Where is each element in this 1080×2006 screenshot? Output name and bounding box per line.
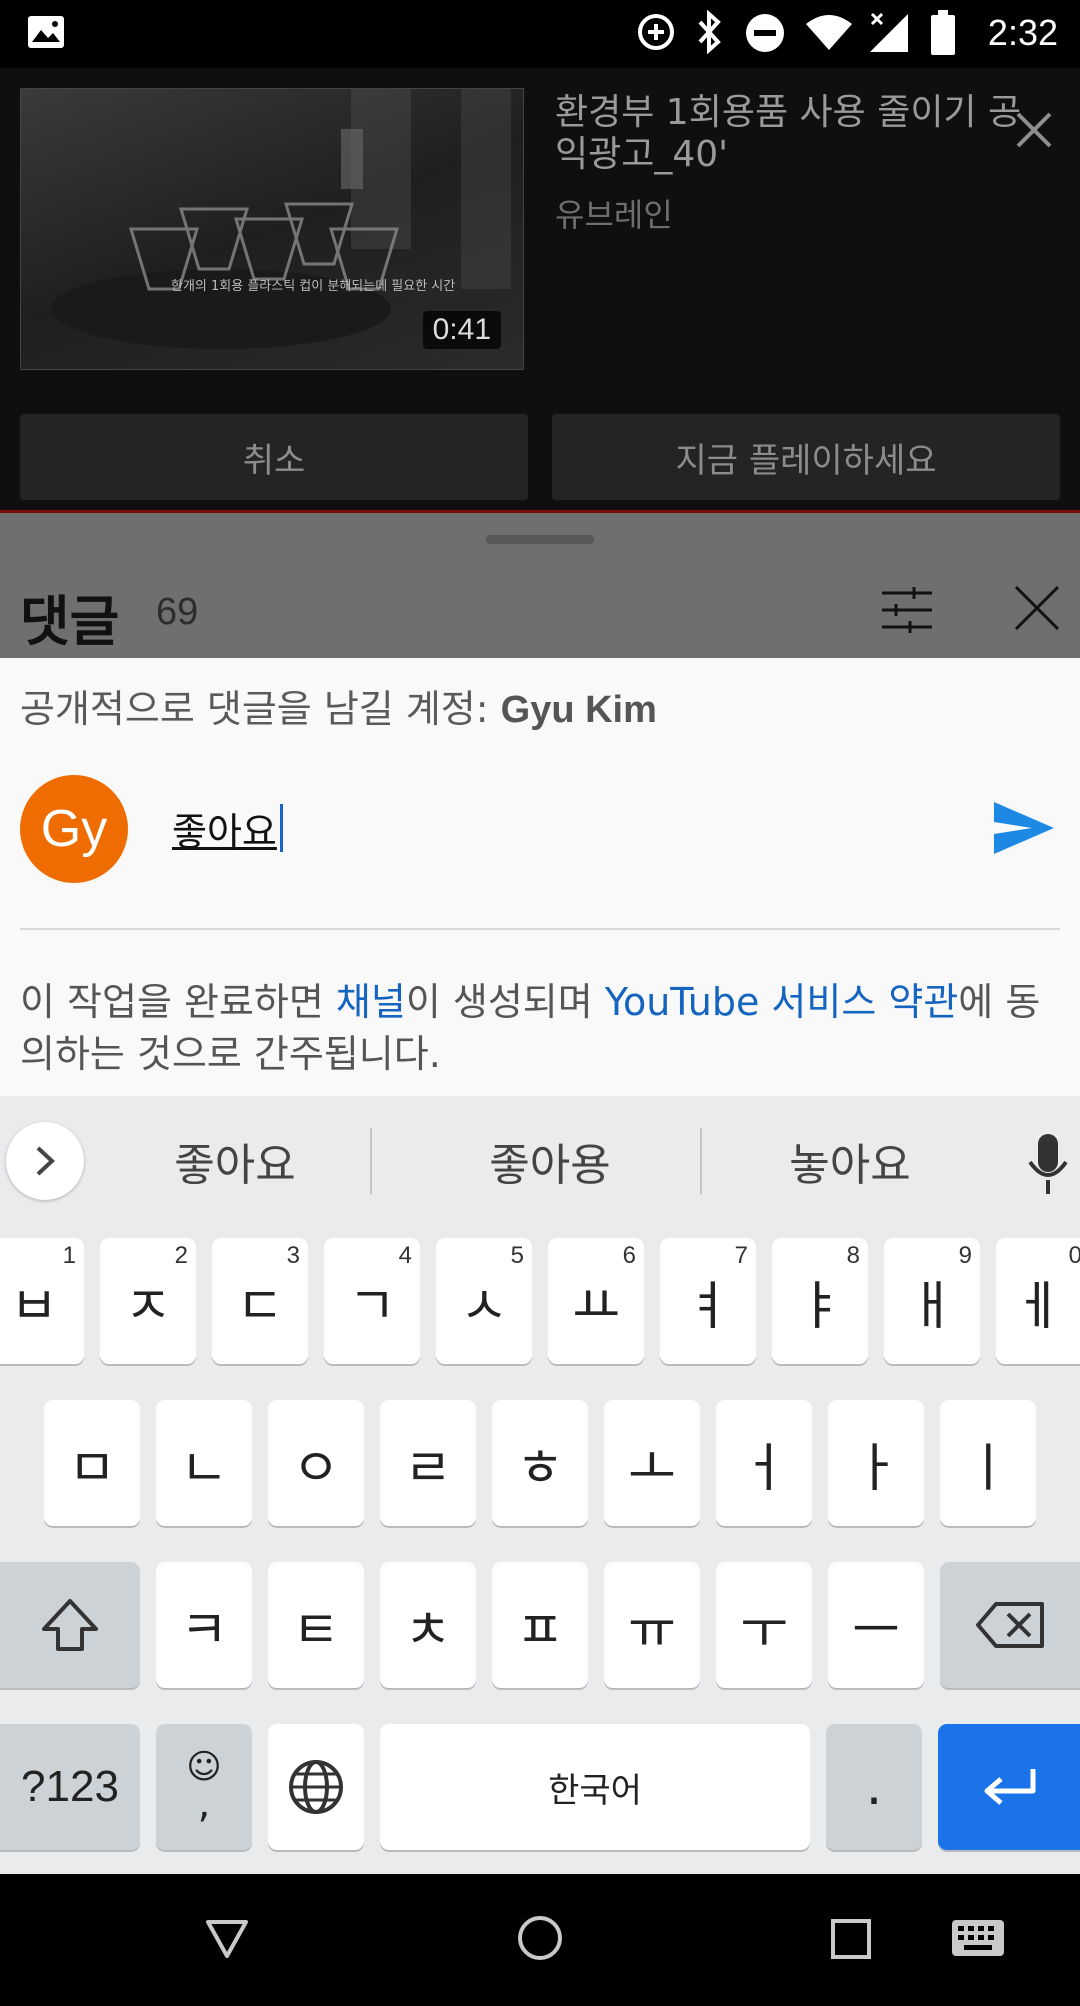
key-row1-10[interactable]: ㅔ0 xyxy=(996,1238,1080,1364)
up-next-panel: 한개의 1회용 플라스틱 컵이 분해되는데 필요한 시간 0:41 환경부 1회… xyxy=(0,68,1080,510)
account-prefix: 공개적으로 댓글을 남길 계정: xyxy=(20,687,501,731)
key-row1-9[interactable]: ㅐ9 xyxy=(884,1238,980,1364)
key-row2-6[interactable]: ㅗ xyxy=(604,1400,700,1526)
comments-header: 댓글 69 xyxy=(0,510,1080,661)
space-key[interactable]: 한국어 xyxy=(380,1724,810,1850)
chevron-right-icon xyxy=(36,1146,55,1176)
suggestion-divider xyxy=(370,1128,372,1194)
suggestion-1[interactable]: 좋아요 xyxy=(100,1126,370,1196)
key-row1-8[interactable]: ㅑ8 xyxy=(772,1238,868,1364)
key-row3-1[interactable]: ㅋ xyxy=(156,1562,252,1688)
recent-apps-icon[interactable] xyxy=(830,1918,872,1960)
microphone-icon[interactable] xyxy=(1026,1132,1070,1196)
key-row3-6[interactable]: ㅜ xyxy=(716,1562,812,1688)
key-row2-1[interactable]: ㅁ xyxy=(44,1400,140,1526)
key-row3-4[interactable]: ㅍ xyxy=(492,1562,588,1688)
shift-key[interactable] xyxy=(0,1562,140,1688)
comment-compose: 공개적으로 댓글을 남길 계정: Gyu Kim Gy 이 작업을 완료하면 채… xyxy=(0,658,1080,1096)
thumbnail-caption: 한개의 1회용 플라스틱 컵이 분해되는데 필요한 시간 xyxy=(171,279,456,294)
suggestion-bar: 좋아요 좋아용 놓아요 xyxy=(0,1096,1080,1226)
key-row3-7[interactable]: ㅡ xyxy=(828,1562,924,1688)
battery-icon xyxy=(931,10,955,55)
key-row1-3[interactable]: ㄷ3 xyxy=(212,1238,308,1364)
key-row2-8[interactable]: ㅏ xyxy=(828,1400,924,1526)
sort-filter-icon[interactable] xyxy=(880,585,932,635)
suggestion-divider xyxy=(700,1128,702,1194)
keyboard: 좋아요 좋아용 놓아요 ㅂ1 ㅈ2 ㄷ3 ㄱ4 ㅅ5 ㅛ6 ㅕ7 ㅑ8 ㅐ9 ㅔ… xyxy=(0,1096,1080,1874)
symbols-key[interactable]: ?123 xyxy=(0,1724,140,1850)
text-cursor xyxy=(280,804,283,852)
key-row3-5[interactable]: ㅠ xyxy=(604,1562,700,1688)
key-row1-1[interactable]: ㅂ1 xyxy=(0,1238,84,1364)
back-icon[interactable] xyxy=(204,1918,250,1960)
terms-text-2: 이 생성되며 xyxy=(405,980,605,1024)
send-icon[interactable] xyxy=(992,798,1056,858)
terms-notice: 이 작업을 완료하면 채널이 생성되며 YouTube 서비스 약관에 동의하는… xyxy=(20,976,1060,1080)
drag-handle[interactable] xyxy=(486,535,594,544)
status-time: 2:32 xyxy=(987,12,1058,53)
comma-label: , xyxy=(197,1781,211,1827)
video-duration: 0:41 xyxy=(422,311,501,349)
backspace-icon xyxy=(976,1602,1044,1648)
comment-input[interactable] xyxy=(172,793,932,863)
video-title[interactable]: 환경부 1회용품 사용 줄이기 공익광고_40' xyxy=(555,92,1025,176)
close-icon[interactable] xyxy=(1012,108,1056,152)
home-icon[interactable] xyxy=(516,1914,564,1962)
key-row2-9[interactable]: ㅣ xyxy=(940,1400,1036,1526)
cancel-button[interactable]: 취소 xyxy=(20,414,528,500)
terms-text-1: 이 작업을 완료하면 xyxy=(20,980,336,1024)
key-row1-2[interactable]: ㅈ2 xyxy=(100,1238,196,1364)
keyboard-switcher-icon[interactable] xyxy=(950,1918,1006,1958)
data-saver-icon xyxy=(638,14,674,50)
suggestion-3[interactable]: 놓아요 xyxy=(720,1126,980,1196)
enter-icon xyxy=(984,1769,1036,1805)
language-key[interactable] xyxy=(268,1724,364,1850)
do-not-disturb-icon xyxy=(746,14,784,52)
comments-count: 69 xyxy=(156,591,199,633)
account-notice: 공개적으로 댓글을 남길 계정: Gyu Kim xyxy=(20,678,657,733)
navigation-bar xyxy=(0,1874,1080,2006)
terms-of-service-link[interactable]: YouTube 서비스 약관 xyxy=(605,980,958,1024)
cell-signal-icon xyxy=(870,12,908,52)
video-thumbnail[interactable]: 한개의 1회용 플라스틱 컵이 분해되는데 필요한 시간 0:41 xyxy=(20,88,524,370)
period-key[interactable]: . xyxy=(826,1724,922,1850)
key-row3-3[interactable]: ㅊ xyxy=(380,1562,476,1688)
status-bar: 2:32 xyxy=(0,0,1080,68)
enter-key[interactable] xyxy=(938,1724,1080,1850)
wifi-icon xyxy=(806,15,852,50)
key-row1-5[interactable]: ㅅ5 xyxy=(436,1238,532,1364)
video-channel[interactable]: 유브레인 xyxy=(555,190,673,236)
key-row2-5[interactable]: ㅎ xyxy=(492,1400,588,1526)
key-row3-2[interactable]: ㅌ xyxy=(268,1562,364,1688)
avatar: Gy xyxy=(20,775,128,883)
emoji-icon: ☺ xyxy=(186,1747,222,1787)
comments-title: 댓글 xyxy=(20,590,120,653)
bluetooth-icon xyxy=(698,10,721,54)
key-row2-4[interactable]: ㄹ xyxy=(380,1400,476,1526)
globe-icon xyxy=(289,1760,343,1814)
backspace-key[interactable] xyxy=(940,1562,1080,1688)
key-row2-3[interactable]: ㅇ xyxy=(268,1400,364,1526)
account-name: Gyu Kim xyxy=(500,689,657,731)
key-row1-7[interactable]: ㅕ7 xyxy=(660,1238,756,1364)
key-row2-2[interactable]: ㄴ xyxy=(156,1400,252,1526)
key-row1-6[interactable]: ㅛ6 xyxy=(548,1238,644,1364)
input-divider xyxy=(20,928,1060,930)
emoji-comma-key[interactable]: ☺ , xyxy=(156,1724,252,1850)
close-comments-icon[interactable] xyxy=(1012,583,1062,633)
play-now-button[interactable]: 지금 플레이하세요 xyxy=(552,414,1060,500)
channel-link[interactable]: 채널 xyxy=(336,980,406,1024)
image-notification-icon xyxy=(28,16,64,48)
expand-suggestions-button[interactable] xyxy=(6,1122,84,1200)
suggestion-2[interactable]: 좋아용 xyxy=(400,1126,700,1196)
key-row1-4[interactable]: ㄱ4 xyxy=(324,1238,420,1364)
key-row2-7[interactable]: ㅓ xyxy=(716,1400,812,1526)
shift-icon xyxy=(42,1599,98,1651)
